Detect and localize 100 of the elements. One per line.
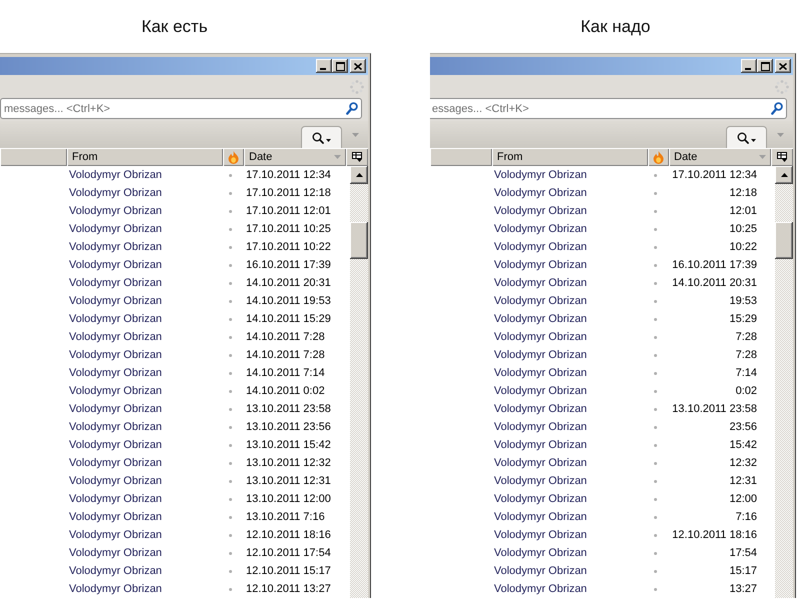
sender-name: Volodymyr Obrizan (494, 259, 587, 271)
sender-name: Volodymyr Obrizan (69, 205, 162, 217)
close-button[interactable] (775, 59, 791, 73)
maximize-button[interactable] (332, 59, 348, 73)
caret-icon (326, 138, 331, 142)
search-field[interactable]: essages... <Ctrl+K> (430, 98, 787, 119)
message-date: 17.10.2011 10:25 (246, 223, 331, 235)
column-header[interactable] (648, 148, 669, 166)
column-picker-button[interactable] (346, 148, 368, 166)
quick-filter-tab[interactable] (301, 126, 342, 148)
sender-name: Volodymyr Obrizan (494, 421, 587, 433)
scroll-up-button[interactable] (350, 166, 368, 184)
sender-name: Volodymyr Obrizan (69, 367, 162, 379)
dot-icon (229, 516, 232, 518)
minimize-button[interactable] (316, 59, 332, 73)
column-header[interactable] (0, 148, 67, 166)
sender-name: Volodymyr Obrizan (69, 565, 162, 577)
message-date: 13.10.2011 23:56 (246, 421, 331, 433)
sender-name: Volodymyr Obrizan (494, 331, 587, 343)
message-date: 7:28 (736, 331, 757, 343)
message-date: 13.10.2011 12:00 (246, 493, 331, 505)
dot-icon (229, 228, 232, 230)
column-header[interactable] (430, 148, 492, 166)
dot-icon (229, 246, 232, 248)
sort-arrow-icon (334, 155, 341, 159)
sender-name: Volodymyr Obrizan (69, 313, 162, 325)
column-picker-button[interactable] (771, 148, 793, 166)
sender-name: Volodymyr Obrizan (494, 547, 587, 559)
sender-name: Volodymyr Obrizan (494, 511, 587, 523)
message-date: 12:01 (729, 205, 757, 217)
message-date: 13.10.2011 12:32 (246, 457, 331, 469)
dot-icon (654, 462, 657, 464)
search-icon[interactable] (771, 102, 783, 115)
message-date: 13.10.2011 23:58 (246, 403, 331, 415)
close-button[interactable] (350, 59, 366, 73)
caret-icon (751, 138, 756, 142)
caption: Как надо (580, 16, 650, 36)
dot-icon (229, 570, 232, 572)
dot-icon (654, 228, 657, 230)
maximize-icon (760, 62, 770, 70)
message-date: 13.10.2011 7:16 (246, 511, 325, 523)
table-icon (352, 152, 362, 162)
scrollbar-thumb[interactable] (775, 222, 793, 259)
message-date: 16.10.2011 17:39 (672, 259, 757, 271)
message-date: 13.10.2011 12:31 (246, 475, 331, 487)
dot-icon (229, 372, 232, 374)
minimize-button[interactable] (741, 59, 757, 73)
message-date: 13.10.2011 15:42 (246, 439, 331, 451)
message-date: 12.10.2011 18:16 (672, 529, 757, 541)
dot-icon (654, 390, 657, 392)
dot-icon (654, 282, 657, 284)
table-icon (777, 152, 787, 162)
scrollbar-thumb[interactable] (350, 222, 368, 259)
close-icon (354, 62, 362, 70)
sender-name: Volodymyr Obrizan (494, 565, 587, 577)
column-header[interactable]: From (67, 148, 223, 166)
dot-icon (229, 462, 232, 464)
dot-icon (229, 480, 232, 482)
message-date: 10:25 (729, 223, 757, 235)
sender-name: Volodymyr Obrizan (69, 169, 162, 181)
column-header[interactable]: From (492, 148, 648, 166)
column-header[interactable]: Date (669, 148, 771, 166)
message-date: 17.10.2011 10:22 (246, 241, 331, 253)
sender-name: Volodymyr Obrizan (69, 457, 162, 469)
dot-icon (229, 390, 232, 392)
sender-name: Volodymyr Obrizan (69, 223, 162, 235)
sender-name: Volodymyr Obrizan (494, 205, 587, 217)
dot-icon (654, 498, 657, 500)
search-icon[interactable] (346, 102, 358, 115)
message-date: 12:31 (729, 475, 757, 487)
message-date: 13:27 (729, 583, 757, 595)
dot-icon (229, 264, 232, 266)
close-icon (779, 62, 787, 70)
sender-name: Volodymyr Obrizan (69, 331, 162, 343)
column-header[interactable] (223, 148, 244, 166)
message-date: 12.10.2011 13:27 (246, 583, 331, 595)
search-field[interactable]: messages... <Ctrl+K> (0, 98, 362, 119)
dot-icon (654, 264, 657, 266)
sender-name: Volodymyr Obrizan (69, 421, 162, 433)
dot-icon (654, 516, 657, 518)
quick-filter-tab[interactable] (726, 126, 767, 148)
message-date: 13.10.2011 23:58 (672, 403, 757, 415)
dot-icon (229, 552, 232, 554)
column-header[interactable]: Date (244, 148, 346, 166)
sender-name: Volodymyr Obrizan (69, 259, 162, 271)
message-date: 14.10.2011 15:29 (246, 313, 331, 325)
maximize-button[interactable] (757, 59, 773, 73)
dot-icon (654, 246, 657, 248)
scroll-up-button[interactable] (775, 166, 793, 184)
message-date: 14.10.2011 0:02 (246, 385, 325, 397)
up-arrow-icon (780, 173, 788, 177)
sender-name: Volodymyr Obrizan (494, 223, 587, 235)
message-date: 0:02 (736, 385, 757, 397)
sender-name: Volodymyr Obrizan (69, 403, 162, 415)
sender-name: Volodymyr Obrizan (69, 385, 162, 397)
dot-icon (654, 588, 657, 590)
sender-name: Volodymyr Obrizan (69, 349, 162, 361)
message-date: 7:14 (736, 367, 757, 379)
dot-icon (654, 318, 657, 320)
sender-name: Volodymyr Obrizan (494, 241, 587, 253)
